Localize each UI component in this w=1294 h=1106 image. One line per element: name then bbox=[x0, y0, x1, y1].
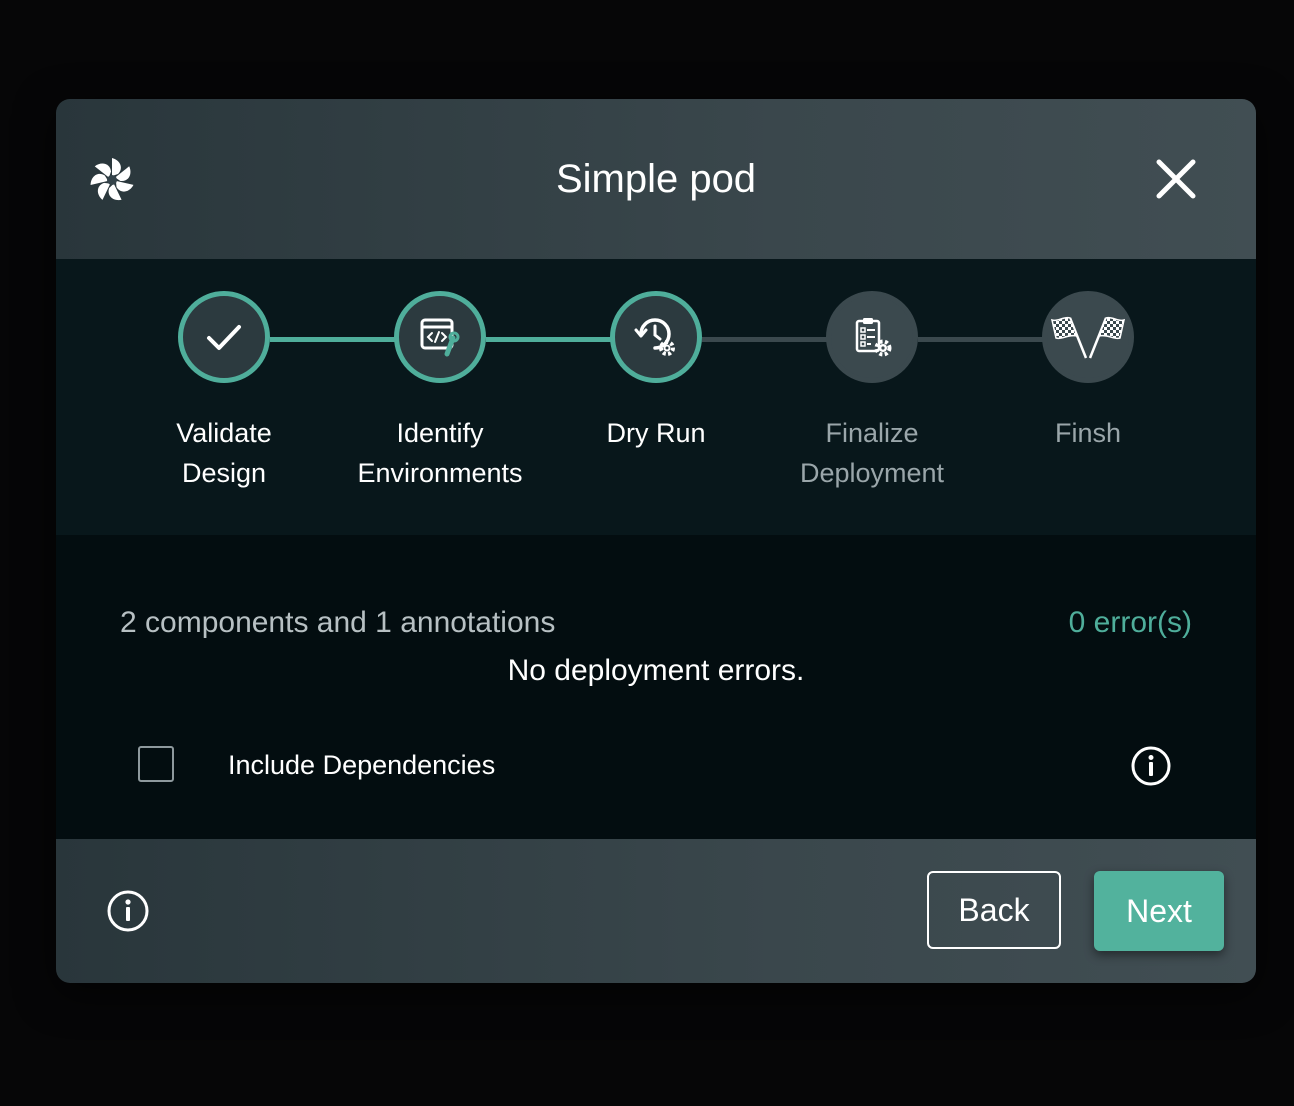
components-summary: 2 components and 1 annotations bbox=[120, 606, 556, 639]
include-dependencies-label[interactable]: Include Dependencies bbox=[228, 747, 495, 783]
step-label-line: Finsh bbox=[1054, 418, 1122, 448]
step-label-line: Environments bbox=[357, 458, 523, 488]
error-count[interactable]: 0 error(s) bbox=[1069, 605, 1192, 641]
step-circle bbox=[394, 291, 486, 383]
step-circle bbox=[178, 291, 270, 383]
close-icon[interactable] bbox=[1152, 155, 1200, 203]
back-button[interactable]: Back bbox=[927, 871, 1061, 949]
info-icon[interactable] bbox=[1130, 745, 1172, 787]
checkered-flags-icon bbox=[1050, 316, 1126, 359]
step-label-line: Identify bbox=[396, 418, 484, 448]
step-label: Identify Environments bbox=[332, 413, 548, 493]
step-label: Finsh bbox=[980, 413, 1196, 453]
next-button[interactable]: Next bbox=[1094, 871, 1224, 951]
step-circle bbox=[826, 291, 918, 383]
dry-run-results: 2 components and 1 annotations 0 error(s… bbox=[56, 535, 1256, 839]
step-label-line: Deployment bbox=[799, 458, 945, 488]
step-validate-design: Validate Design bbox=[116, 291, 332, 493]
dialog-header: Simple pod bbox=[56, 99, 1256, 259]
step-label: Validate Design bbox=[116, 413, 332, 493]
info-icon[interactable] bbox=[106, 889, 150, 933]
step-label-line: Design bbox=[181, 458, 267, 488]
step-label-line: Validate bbox=[176, 418, 272, 448]
dialog-title: Simple pod bbox=[555, 157, 757, 201]
include-dependencies-checkbox[interactable] bbox=[138, 746, 174, 782]
checkmark-icon bbox=[207, 325, 241, 350]
step-finish: Finsh bbox=[980, 291, 1196, 453]
step-finalize-deployment: Finalize Deployment bbox=[764, 291, 980, 493]
step-label-line: Dry Run bbox=[606, 418, 706, 448]
deployment-errors-message: No deployment errors. bbox=[507, 654, 805, 687]
history-gear-icon bbox=[634, 318, 675, 356]
code-wrench-icon bbox=[420, 318, 460, 357]
step-label-line: Finalize bbox=[825, 418, 919, 448]
step-label: Dry Run bbox=[548, 413, 764, 453]
dialog-footer: Back Next bbox=[56, 839, 1256, 983]
step-circle bbox=[610, 291, 702, 383]
deploy-dialog: Simple pod Validate Design Identify Envi… bbox=[56, 99, 1256, 983]
step-circle bbox=[1042, 291, 1134, 383]
deployment-stepper: Validate Design Identify Environments Dr… bbox=[56, 259, 1256, 535]
clipboard-gear-icon bbox=[855, 318, 892, 357]
step-dry-run: Dry Run bbox=[548, 291, 764, 453]
step-identify-environments: Identify Environments bbox=[332, 291, 548, 493]
step-label: Finalize Deployment bbox=[764, 413, 980, 493]
